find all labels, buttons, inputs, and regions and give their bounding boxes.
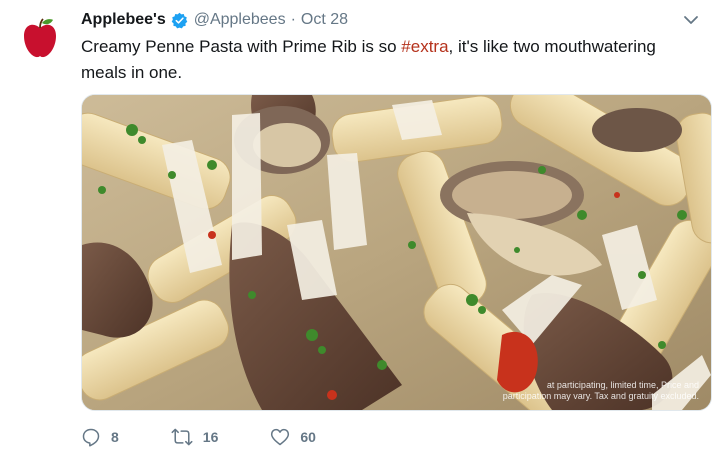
disclaimer-line: at participating, limited time, Price an… xyxy=(546,380,699,390)
image-disclaimer: at participating, limited time, Price an… xyxy=(503,380,699,402)
tweet-image[interactable]: at participating, limited time, Price an… xyxy=(81,94,712,411)
tweet-text: Creamy Penne Pasta with Prime Rib is so … xyxy=(81,34,701,86)
like-button[interactable]: 60 xyxy=(270,427,316,447)
heart-icon xyxy=(271,428,290,446)
tweet-text-part: Creamy Penne Pasta with Prime Rib is so xyxy=(81,37,402,56)
verified-badge-icon xyxy=(171,12,188,29)
reply-count: 8 xyxy=(111,429,119,445)
pasta-photo xyxy=(82,95,711,410)
hashtag-link[interactable]: #extra xyxy=(401,37,448,56)
tweet-actions: 8 16 60 xyxy=(81,427,368,447)
chevron-down-icon[interactable] xyxy=(682,11,700,29)
user-handle[interactable]: @Applebees xyxy=(194,11,286,29)
separator-dot: · xyxy=(290,11,296,28)
retweet-icon xyxy=(171,428,193,446)
disclaimer-line: participation may vary. Tax and gratuity… xyxy=(502,391,699,401)
reply-button[interactable]: 8 xyxy=(81,427,119,447)
display-name[interactable]: Applebee's xyxy=(81,11,166,29)
retweet-count: 16 xyxy=(202,429,219,445)
retweet-button[interactable]: 16 xyxy=(171,427,219,447)
avatar[interactable] xyxy=(14,12,66,64)
tweet-date[interactable]: Oct 28 xyxy=(301,11,348,29)
reply-icon xyxy=(82,428,100,447)
apple-logo-icon xyxy=(24,18,56,58)
tweet-header: Applebee's @Applebees · Oct 28 xyxy=(81,9,700,31)
like-count: 60 xyxy=(300,429,316,445)
